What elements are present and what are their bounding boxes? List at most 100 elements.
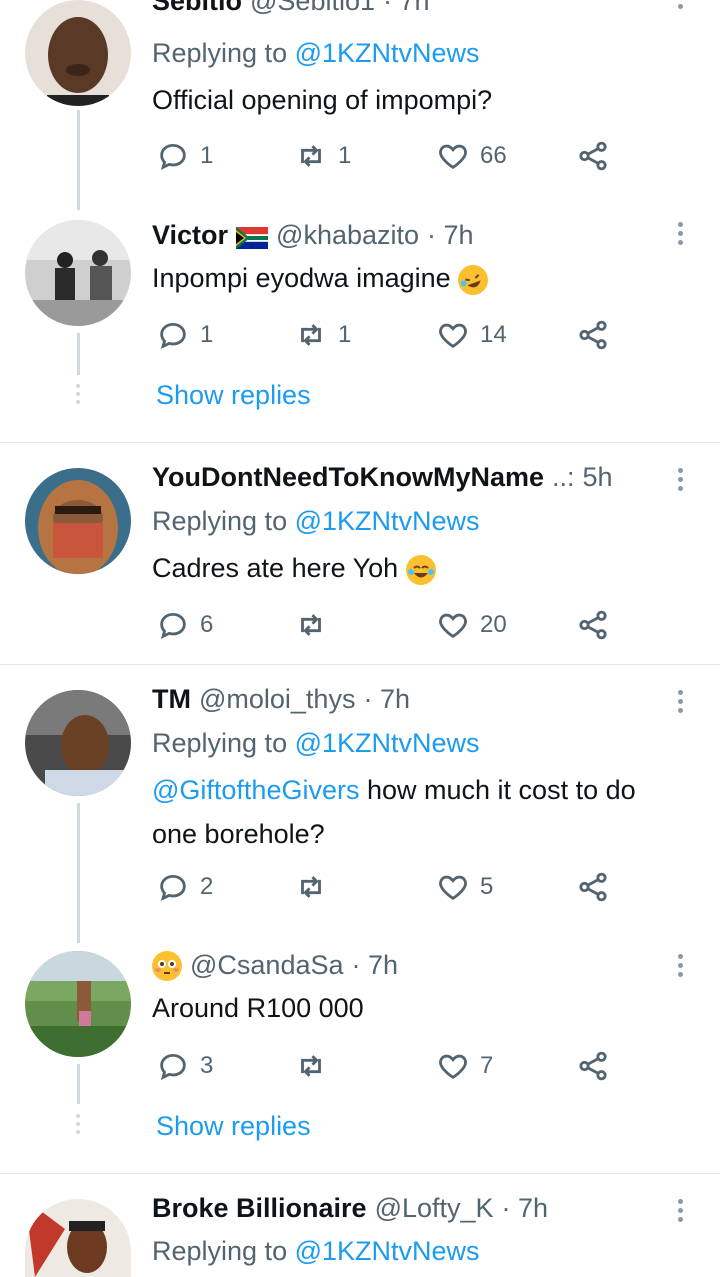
share-button[interactable] — [576, 1046, 610, 1086]
like-count: 20 — [480, 611, 507, 638]
share-icon — [579, 141, 607, 171]
reply-button[interactable]: 1 — [156, 136, 213, 176]
flushed-face-emoji-icon — [152, 950, 182, 981]
like-button[interactable]: 7 — [436, 1046, 493, 1086]
reply-count: 2 — [200, 873, 214, 900]
tweet-text-content: Cadres ate here Yoh — [152, 553, 399, 583]
reply-button[interactable]: 1 — [156, 315, 213, 355]
replying-to: Replying to @1KZNtvNews — [152, 1236, 480, 1267]
tweet-actions: 6 20 — [152, 605, 622, 645]
share-button[interactable] — [576, 136, 610, 176]
avatar[interactable] — [25, 220, 131, 326]
tweet-actions: 1 1 14 — [152, 315, 622, 355]
retweet-button[interactable] — [294, 605, 338, 645]
avatar[interactable] — [25, 0, 131, 106]
like-count: 7 — [480, 1052, 494, 1079]
avatar[interactable] — [25, 951, 131, 1057]
avatar[interactable] — [25, 1199, 131, 1277]
mention-link[interactable]: @GiftoftheGivers — [152, 775, 359, 805]
tweet-text-content: Inpompi eyodwa imagine — [152, 263, 451, 293]
tweet-header: Victor @khabazito · 7h — [152, 220, 474, 251]
tears-of-joy-emoji-icon — [405, 554, 436, 585]
user-handle[interactable]: @Sebitlo1 — [250, 0, 375, 17]
name-overflow: ..: — [552, 462, 575, 492]
user-handle[interactable]: @Lofty_K — [375, 1193, 494, 1224]
share-button[interactable] — [576, 867, 610, 907]
tweet-time[interactable]: 5h — [583, 462, 613, 493]
avatar[interactable] — [25, 690, 131, 796]
share-icon — [579, 872, 607, 902]
share-button[interactable] — [576, 605, 610, 645]
user-handle[interactable]: @CsandaSa — [190, 950, 344, 981]
retweet-button[interactable]: 1 — [294, 136, 351, 176]
reply-icon — [160, 1053, 186, 1080]
tweet-time[interactable]: · 7h — [383, 0, 430, 17]
south-africa-flag-icon — [236, 225, 269, 249]
thread-more-indicator — [75, 1114, 81, 1134]
retweet-button[interactable] — [294, 1046, 338, 1086]
reply-icon — [160, 874, 186, 901]
replying-to: Replying to @1KZNtvNews — [152, 38, 480, 69]
tweet-text: Around R100 000 — [152, 993, 364, 1023]
replying-to: Replying to @1KZNtvNews — [152, 506, 480, 537]
like-button[interactable]: 66 — [436, 136, 507, 176]
retweet-button[interactable] — [294, 867, 338, 907]
more-options-icon[interactable] — [676, 954, 684, 977]
user-name[interactable]: YouDontNeedToKnowMyName — [152, 462, 544, 493]
user-handle[interactable]: @moloi_thys — [199, 684, 355, 715]
retweet-icon — [301, 876, 321, 898]
avatar[interactable] — [25, 468, 131, 574]
heart-icon — [439, 323, 467, 349]
user-name[interactable]: Victor — [152, 220, 228, 251]
more-options-icon[interactable] — [676, 468, 684, 491]
reply-icon — [160, 143, 186, 170]
divider — [0, 1173, 720, 1174]
replying-label: Replying to — [152, 1236, 288, 1266]
tweet-actions: 2 5 — [152, 867, 622, 907]
share-button[interactable] — [576, 315, 610, 355]
tweet-text: @GiftoftheGivers how much it cost to do … — [152, 768, 712, 856]
retweet-icon — [301, 324, 321, 346]
tweet-header: Broke Billionaire @Lofty_K · 7h — [152, 1193, 548, 1224]
reply-count: 1 — [200, 321, 214, 348]
thread-line — [77, 110, 80, 210]
user-name[interactable]: Broke Billionaire — [152, 1193, 367, 1224]
replying-label: Replying to — [152, 506, 288, 536]
share-icon — [579, 610, 607, 640]
reply-button[interactable]: 3 — [156, 1046, 213, 1086]
replying-handle-link[interactable]: @1KZNtvNews — [295, 1236, 480, 1266]
replying-handle-link[interactable]: @1KZNtvNews — [295, 38, 480, 68]
tweet-time[interactable]: · 7h — [352, 950, 399, 981]
retweet-icon — [301, 614, 321, 636]
like-button[interactable]: 14 — [436, 315, 507, 355]
tweet-text-line-1: how much it cost to do — [367, 775, 636, 805]
tweet-text: Inpompi eyodwa imagine — [152, 256, 712, 300]
user-name[interactable]: Sebitlo — [152, 0, 242, 17]
reply-button[interactable]: 6 — [156, 605, 213, 645]
more-options-icon[interactable] — [676, 1199, 684, 1222]
tweet-time[interactable]: · 7h — [363, 684, 410, 715]
tweet-text: Cadres ate here Yoh — [152, 546, 712, 590]
tweet-time[interactable]: · 7h — [427, 220, 474, 251]
more-options-icon[interactable] — [676, 222, 684, 245]
heart-icon — [439, 613, 467, 639]
reply-button[interactable]: 2 — [156, 867, 213, 907]
user-handle[interactable]: @khabazito — [276, 220, 419, 251]
share-icon — [579, 1051, 607, 1081]
user-name[interactable]: TM — [152, 684, 191, 715]
show-replies-link[interactable]: Show replies — [156, 380, 311, 411]
replying-to: Replying to @1KZNtvNews — [152, 728, 480, 759]
replying-handle-link[interactable]: @1KZNtvNews — [295, 506, 480, 536]
more-options-icon[interactable] — [676, 4, 684, 9]
more-options-icon[interactable] — [676, 690, 684, 713]
thread-line — [77, 1064, 80, 1104]
show-replies-link[interactable]: Show replies — [156, 1111, 311, 1142]
tweet-header: TM @moloi_thys · 7h — [152, 684, 410, 715]
retweet-icon — [301, 145, 321, 167]
tweet-time[interactable]: · 7h — [502, 1193, 549, 1224]
like-button[interactable]: 5 — [436, 867, 493, 907]
retweet-button[interactable]: 1 — [294, 315, 351, 355]
replying-handle-link[interactable]: @1KZNtvNews — [295, 728, 480, 758]
like-button[interactable]: 20 — [436, 605, 507, 645]
reply-count: 1 — [200, 142, 214, 169]
